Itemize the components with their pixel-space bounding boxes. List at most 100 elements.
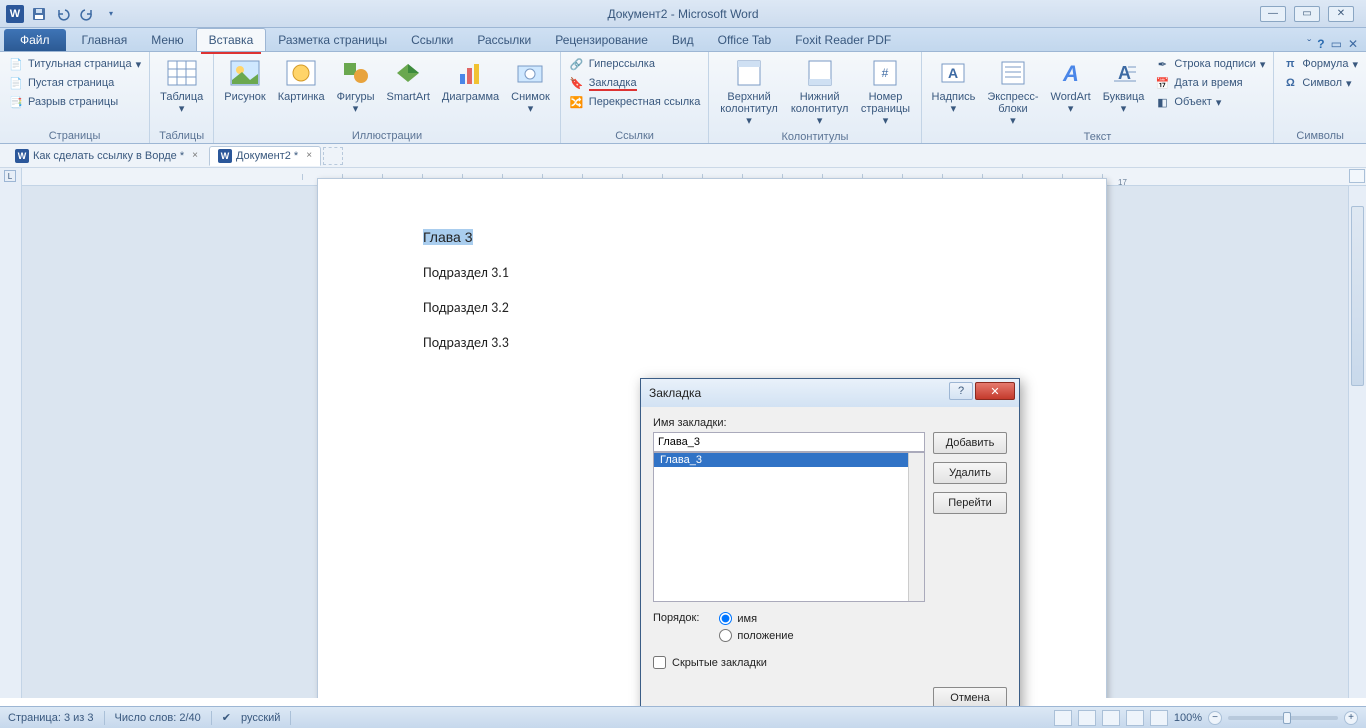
status-language[interactable]: русский (241, 712, 280, 724)
app-icon[interactable]: W (4, 3, 26, 25)
crossref-button[interactable]: 🔀Перекрестная ссылка (567, 93, 703, 111)
bookmark-button[interactable]: 🔖Закладка (567, 74, 703, 92)
dropcap-button[interactable]: AБуквица▾ (1099, 55, 1149, 117)
tab-insert[interactable]: Вставка (196, 28, 267, 51)
status-bar: Страница: 3 из 3 Число слов: 2/40 ✔ русс… (0, 706, 1366, 728)
redo-icon[interactable] (76, 3, 98, 25)
hyperlink-button[interactable]: 🔗Гиперссылка (567, 55, 703, 73)
bookmark-list-item[interactable]: Глава_3 (654, 453, 924, 467)
tab-mailings[interactable]: Рассылки (465, 29, 543, 51)
zoom-percent[interactable]: 100% (1174, 712, 1202, 724)
minimize-button[interactable]: ― (1260, 6, 1286, 22)
footer-button[interactable]: Нижний колонтитул ▾ (787, 55, 853, 129)
smartart-button[interactable]: SmartArt (383, 55, 434, 105)
window-title: Документ2 - Microsoft Word (607, 7, 758, 21)
screenshot-button[interactable]: Снимок▾ (507, 55, 554, 117)
zoom-in-button[interactable]: + (1344, 711, 1358, 725)
view-read-icon[interactable] (1078, 710, 1096, 726)
group-links: 🔗Гиперссылка 🔖Закладка 🔀Перекрестная ссы… (561, 52, 710, 143)
doc-tab-1[interactable]: WДокумент2 *× (209, 146, 321, 166)
status-page[interactable]: Страница: 3 из 3 (8, 712, 94, 724)
order-pos-radio[interactable] (719, 629, 732, 642)
textbox-button[interactable]: AНадпись▾ (928, 55, 980, 117)
dialog-titlebar[interactable]: Закладка ? ✕ (641, 379, 1019, 407)
formula-button[interactable]: πФормула ▾ (1280, 55, 1360, 73)
vertical-ruler: L (0, 168, 22, 698)
hidden-bookmarks-check[interactable] (653, 656, 666, 669)
tab-home[interactable]: Главная (70, 29, 140, 51)
tab-layout[interactable]: Разметка страницы (266, 29, 399, 51)
wordart-button[interactable]: AWordArt▾ (1047, 55, 1095, 117)
collapse-ruler-icon[interactable] (1349, 169, 1365, 183)
help-icon[interactable]: ? (1317, 37, 1324, 51)
view-outline-icon[interactable] (1126, 710, 1144, 726)
tab-office[interactable]: Office Tab (706, 29, 784, 51)
view-web-icon[interactable] (1102, 710, 1120, 726)
cover-page-button[interactable]: 📄Титульная страница ▾ (6, 55, 143, 73)
new-tab-button[interactable] (323, 147, 343, 165)
close-icon[interactable]: × (192, 150, 198, 161)
order-name-radio[interactable] (719, 612, 732, 625)
qat-dropdown-icon[interactable]: ▾ (100, 3, 122, 25)
chart-button[interactable]: Диаграмма (438, 55, 503, 105)
save-icon[interactable] (28, 3, 50, 25)
tab-references[interactable]: Ссылки (399, 29, 465, 51)
window-controls: ― ▭ ✕ (1260, 6, 1366, 22)
tab-selector[interactable]: L (4, 170, 16, 182)
ribbon-minimize-icon[interactable]: ˇ (1307, 37, 1311, 51)
bookmark-name-label: Имя закладки: (653, 417, 1007, 429)
doc-line[interactable]: Подраздел 3.3 (423, 334, 1001, 351)
datetime-icon: 📅 (1154, 75, 1170, 91)
add-button[interactable]: Добавить (933, 432, 1007, 454)
view-draft-icon[interactable] (1150, 710, 1168, 726)
zoom-out-button[interactable]: − (1208, 711, 1222, 725)
doc-line[interactable]: Подраздел 3.1 (423, 264, 1001, 281)
maximize-button[interactable]: ▭ (1294, 6, 1320, 22)
bookmark-list[interactable]: Глава_3 (653, 452, 925, 602)
symbol-button[interactable]: ΩСимвол ▾ (1280, 74, 1360, 92)
blank-page-button[interactable]: 📄Пустая страница (6, 74, 143, 92)
bookmark-name-input[interactable] (653, 432, 925, 452)
undo-icon[interactable] (52, 3, 74, 25)
datetime-button[interactable]: 📅Дата и время (1152, 74, 1267, 92)
clipart-button[interactable]: Картинка (274, 55, 329, 105)
picture-button[interactable]: Рисунок (220, 55, 270, 105)
group-illustrations: Рисунок Картинка Фигуры▾ SmartArt Диагра… (214, 52, 561, 143)
close-icon[interactable]: × (306, 150, 312, 161)
object-button[interactable]: ◧Объект ▾ (1152, 93, 1267, 111)
dialog-close-button[interactable]: ✕ (975, 382, 1015, 400)
file-tab[interactable]: Файл (4, 29, 66, 51)
doc-heading[interactable]: Глава 3 (423, 229, 1001, 246)
dialog-help-button[interactable]: ? (949, 382, 973, 400)
pagenumber-button[interactable]: #Номер страницы ▾ (856, 55, 914, 129)
goto-button[interactable]: Перейти (933, 492, 1007, 514)
signature-button[interactable]: ✒Строка подписи ▾ (1152, 55, 1267, 73)
shapes-button[interactable]: Фигуры▾ (333, 55, 379, 117)
tab-foxit[interactable]: Foxit Reader PDF (783, 29, 903, 51)
status-words[interactable]: Число слов: 2/40 (115, 712, 201, 724)
crossref-icon: 🔀 (569, 94, 585, 110)
close-window-button[interactable]: ✕ (1328, 6, 1354, 22)
doc-tab-0[interactable]: WКак сделать ссылку в Ворде *× (6, 146, 207, 166)
table-button[interactable]: Таблица▾ (156, 55, 207, 117)
delete-button[interactable]: Удалить (933, 462, 1007, 484)
quickparts-button[interactable]: Экспресс-блоки▾ (983, 55, 1042, 129)
restore-icon[interactable]: ▭ (1331, 37, 1342, 51)
header-button[interactable]: Верхний колонтитул ▾ (715, 55, 782, 129)
title-bar: W ▾ Документ2 - Microsoft Word ― ▭ ✕ (0, 0, 1366, 28)
hyperlink-icon: 🔗 (569, 56, 585, 72)
scroll-thumb[interactable] (1351, 206, 1364, 386)
tab-review[interactable]: Рецензирование (543, 29, 660, 51)
tab-view[interactable]: Вид (660, 29, 706, 51)
page-break-button[interactable]: 📑Разрыв страницы (6, 93, 143, 111)
vertical-scrollbar[interactable] (1348, 186, 1366, 698)
zoom-thumb[interactable] (1283, 712, 1291, 724)
zoom-slider[interactable] (1228, 716, 1338, 720)
tab-menu[interactable]: Меню (139, 29, 195, 51)
list-scrollbar[interactable] (908, 453, 924, 601)
close-doc-icon[interactable]: ✕ (1348, 37, 1358, 51)
doc-line[interactable]: Подраздел 3.2 (423, 299, 1001, 316)
order-label: Порядок: (653, 612, 699, 624)
view-print-icon[interactable] (1054, 710, 1072, 726)
spellcheck-icon[interactable]: ✔ (222, 711, 231, 724)
